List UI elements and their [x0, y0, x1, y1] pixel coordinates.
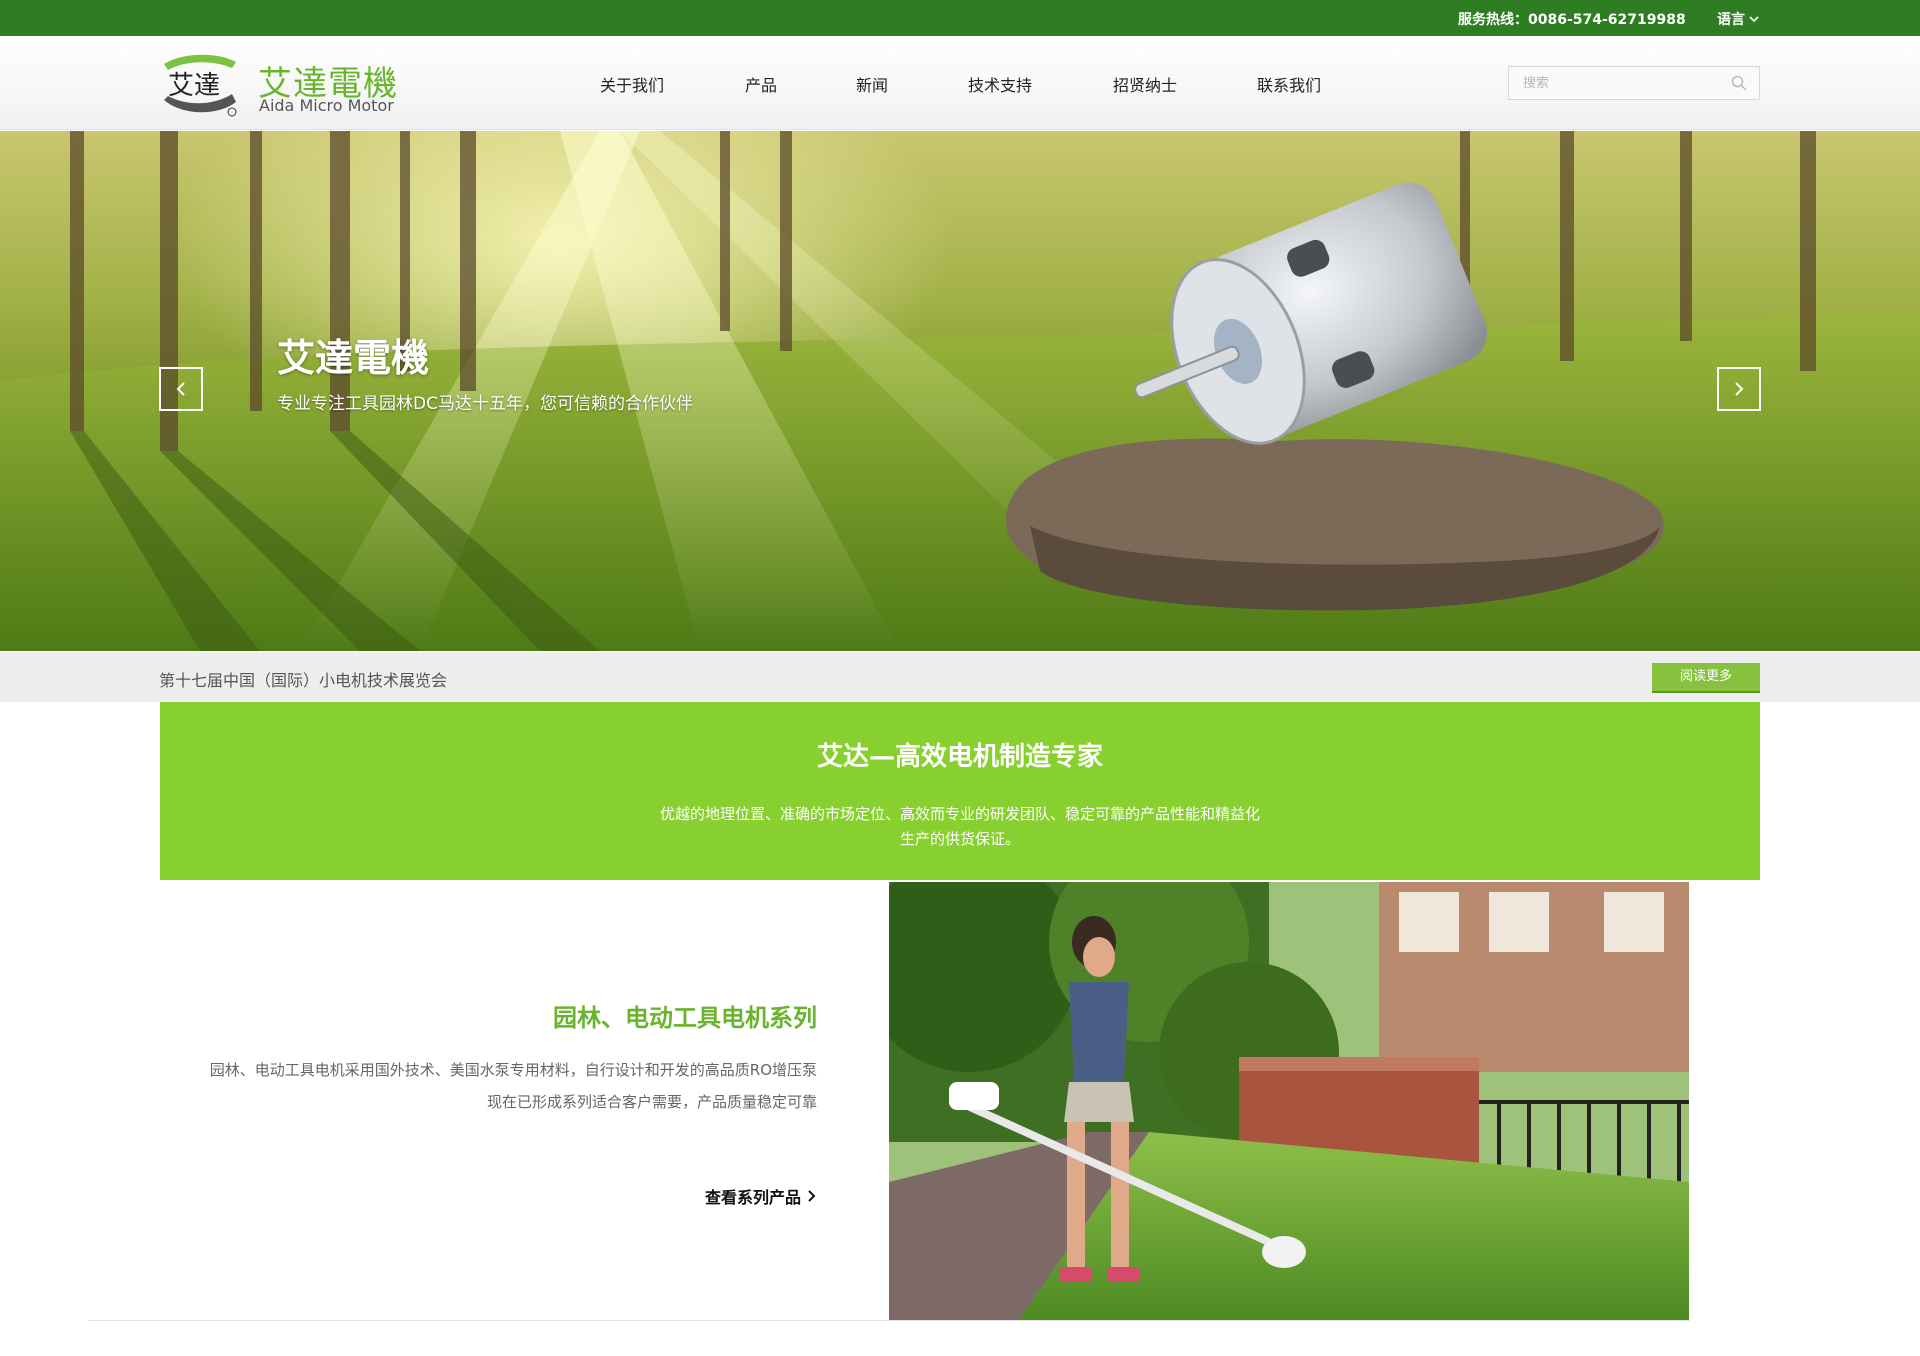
intro-text: 优越的地理位置、准确的市场定位、高效而专业的研发团队、稳定可靠的产品性能和精益化…: [660, 805, 1261, 848]
news-ticker: 第十七届中国（国际）小电机技术展览会 阅读更多: [0, 652, 1920, 702]
feature-title: 园林、电动工具电机系列: [553, 1004, 817, 1032]
chevron-left-icon: [176, 382, 185, 396]
read-more-button[interactable]: 阅读更多: [1652, 663, 1760, 693]
site-header: 艾達 艾達電機 Aida Micro Motor 关于我们 产品 新闻 技术支持…: [0, 36, 1920, 130]
top-bar: 服务热线：0086-574-62719988 语言: [0, 0, 1920, 36]
hero-banner: 艾達電機 专业专注工具园林DC马达十五年，您可信赖的合作伙伴: [0, 131, 1920, 651]
language-selector[interactable]: 语言: [1717, 9, 1759, 29]
nav-products[interactable]: 产品: [745, 72, 777, 96]
chevron-right-icon: [808, 1190, 816, 1202]
logo-mark: 艾達: [164, 54, 237, 117]
site-logo[interactable]: 艾達 艾達電機 Aida Micro Motor: [158, 50, 398, 120]
feature-text: 园林、电动工具电机系列 园林、电动工具电机采用国外技术、美国水泵专用材料，自行设…: [160, 880, 820, 1320]
feature-photo: [889, 882, 1689, 1320]
nav-about[interactable]: 关于我们: [600, 72, 664, 96]
feature-description-line-1: 园林、电动工具电机采用国外技术、美国水泵专用材料，自行设计和开发的高品质RO增压…: [209, 1061, 817, 1079]
nav-careers[interactable]: 招贤纳士: [1113, 72, 1177, 96]
intro-title: 艾达—高效电机制造专家: [816, 742, 1103, 772]
banner-next-button[interactable]: [1717, 367, 1761, 411]
section-divider: [88, 1320, 1690, 1321]
search-icon[interactable]: [1731, 75, 1747, 91]
chevron-down-icon: [1749, 16, 1759, 23]
feature-description-line-2: 现在已形成系列适合客户需要，产品质量稳定可靠: [486, 1093, 817, 1111]
garden-trimmer-illustration: [889, 882, 1689, 1320]
brand-name-en: Aida Micro Motor: [259, 96, 394, 115]
nav-contact[interactable]: 联系我们: [1257, 72, 1321, 96]
view-series-link[interactable]: 查看系列产品: [705, 1184, 817, 1208]
search-box: [1508, 66, 1760, 100]
service-hotline: 服务热线：0086-574-62719988: [1458, 12, 1686, 28]
chevron-right-icon: [1735, 382, 1744, 396]
view-series-label: 查看系列产品: [704, 1188, 801, 1207]
search-input[interactable]: [1509, 67, 1719, 99]
svg-text:艾達: 艾達: [168, 71, 220, 101]
banner-title: 艾達電機: [277, 336, 430, 380]
banner-subtitle: 专业专注工具园林DC马达十五年，您可信赖的合作伙伴: [277, 394, 693, 414]
nav-tech-support[interactable]: 技术支持: [968, 72, 1032, 96]
news-headline-link[interactable]: 第十七届中国（国际）小电机技术展览会: [159, 667, 447, 691]
banner-prev-button[interactable]: [159, 367, 203, 411]
feature-description: 园林、电动工具电机采用国外技术、美国水泵专用材料，自行设计和开发的高品质RO增压…: [137, 1054, 817, 1118]
nav-news[interactable]: 新闻: [856, 72, 888, 96]
intro-section: 艾达—高效电机制造专家 优越的地理位置、准确的市场定位、高效而专业的研发团队、稳…: [160, 702, 1760, 880]
language-label: 语言: [1717, 12, 1745, 28]
